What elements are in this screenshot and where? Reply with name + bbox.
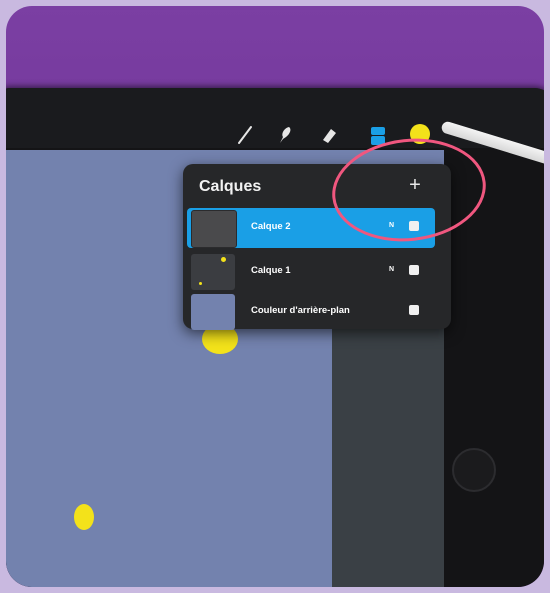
- smudge-icon[interactable]: [276, 125, 294, 145]
- photo-frame: Calques + Calque 2 N Calque 1 N Couleur …: [6, 6, 544, 587]
- thumbnail-dot: [199, 282, 202, 285]
- layer-thumbnail: [191, 254, 235, 290]
- layer-thumbnail: [191, 210, 237, 248]
- visibility-checkbox[interactable]: [409, 265, 419, 275]
- thumbnail-dot: [221, 257, 226, 262]
- layer-thumbnail: [191, 294, 235, 330]
- eraser-icon[interactable]: [320, 125, 338, 145]
- layer-row[interactable]: Couleur d'arrière-plan: [187, 292, 435, 332]
- panel-title: Calques: [199, 178, 262, 195]
- brush-icon[interactable]: [236, 125, 254, 145]
- layer-name: Calque 1: [251, 265, 291, 276]
- visibility-checkbox[interactable]: [409, 305, 419, 315]
- layer-row[interactable]: Calque 1 N: [187, 252, 435, 292]
- canvas-edge: [332, 328, 444, 587]
- layer-name: Calque 2: [251, 221, 291, 232]
- home-button[interactable]: [452, 448, 496, 492]
- layer-name: Couleur d'arrière-plan: [251, 305, 350, 316]
- blend-mode[interactable]: N: [389, 266, 394, 273]
- yellow-dot: [74, 504, 94, 530]
